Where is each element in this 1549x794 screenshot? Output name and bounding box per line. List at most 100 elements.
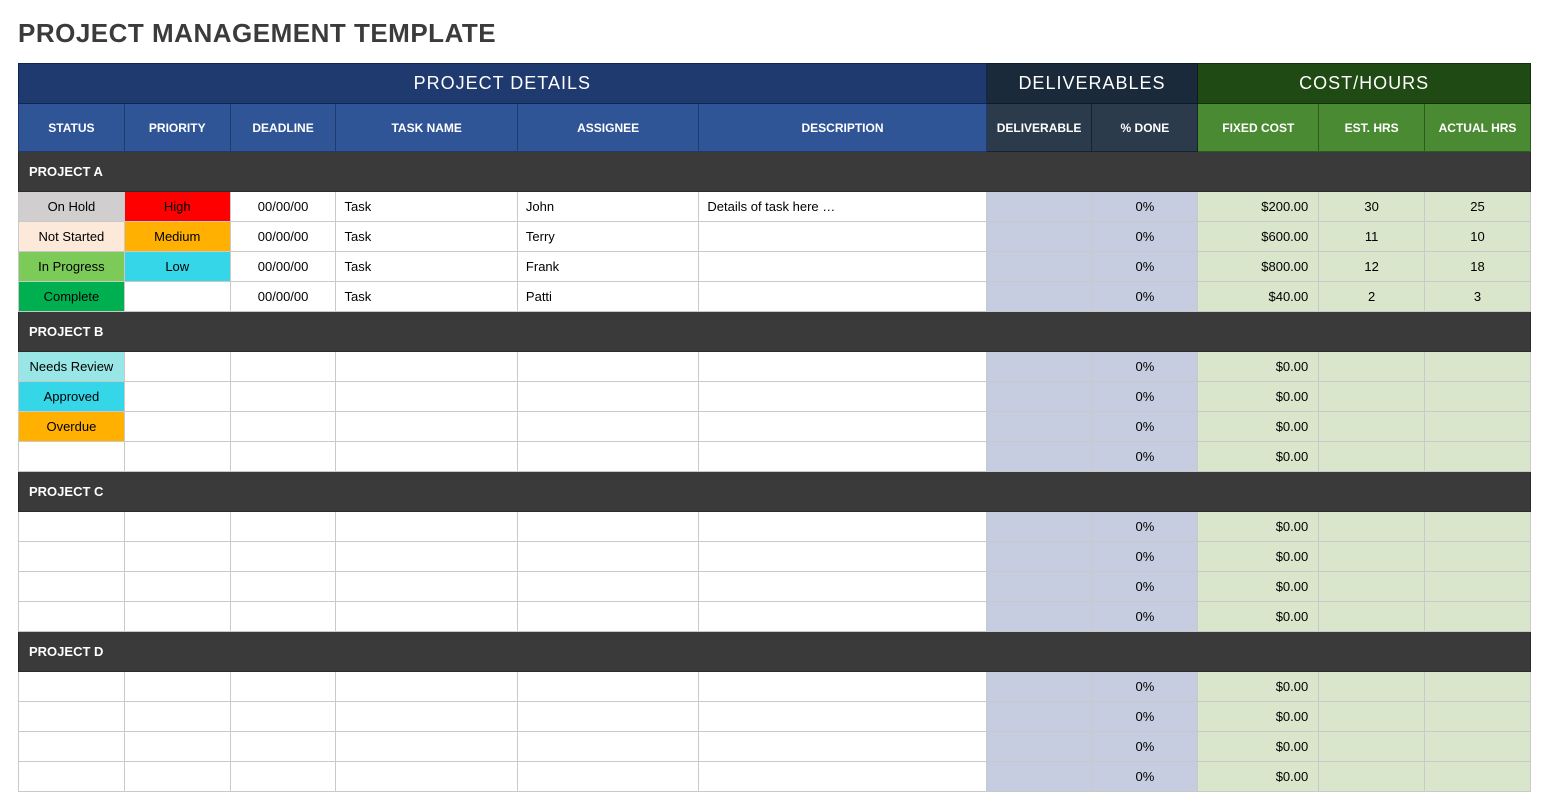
- cell-actual-hrs[interactable]: [1425, 732, 1531, 762]
- cell-status[interactable]: Needs Review: [19, 352, 125, 382]
- cell-status[interactable]: Complete: [19, 282, 125, 312]
- cell-actual-hrs[interactable]: [1425, 602, 1531, 632]
- cell-description[interactable]: [699, 222, 986, 252]
- cell-task[interactable]: [336, 542, 517, 572]
- cell-task[interactable]: [336, 732, 517, 762]
- cell-actual-hrs[interactable]: [1425, 382, 1531, 412]
- cell-percent-done[interactable]: 0%: [1092, 602, 1198, 632]
- cell-status[interactable]: [19, 702, 125, 732]
- cell-status[interactable]: [19, 512, 125, 542]
- cell-task[interactable]: [336, 412, 517, 442]
- cell-task[interactable]: [336, 672, 517, 702]
- cell-deadline[interactable]: [230, 762, 336, 792]
- cell-percent-done[interactable]: 0%: [1092, 222, 1198, 252]
- cell-description[interactable]: [699, 442, 986, 472]
- cell-deadline[interactable]: [230, 572, 336, 602]
- cell-fixed-cost[interactable]: $0.00: [1198, 512, 1319, 542]
- cell-priority[interactable]: [124, 382, 230, 412]
- cell-task[interactable]: [336, 602, 517, 632]
- cell-priority[interactable]: [124, 762, 230, 792]
- cell-description[interactable]: [699, 382, 986, 412]
- cell-status[interactable]: [19, 542, 125, 572]
- cell-status[interactable]: On Hold: [19, 192, 125, 222]
- cell-est-hrs[interactable]: [1319, 382, 1425, 412]
- cell-fixed-cost[interactable]: $0.00: [1198, 702, 1319, 732]
- cell-est-hrs[interactable]: [1319, 602, 1425, 632]
- cell-fixed-cost[interactable]: $0.00: [1198, 602, 1319, 632]
- cell-priority[interactable]: [124, 572, 230, 602]
- cell-fixed-cost[interactable]: $0.00: [1198, 732, 1319, 762]
- cell-deadline[interactable]: [230, 602, 336, 632]
- cell-deadline[interactable]: [230, 672, 336, 702]
- cell-actual-hrs[interactable]: [1425, 702, 1531, 732]
- cell-description[interactable]: [699, 762, 986, 792]
- cell-fixed-cost[interactable]: $0.00: [1198, 672, 1319, 702]
- cell-task[interactable]: [336, 382, 517, 412]
- cell-description[interactable]: [699, 512, 986, 542]
- cell-status[interactable]: [19, 572, 125, 602]
- cell-percent-done[interactable]: 0%: [1092, 512, 1198, 542]
- cell-assignee[interactable]: [517, 512, 698, 542]
- cell-description[interactable]: [699, 602, 986, 632]
- cell-est-hrs[interactable]: [1319, 572, 1425, 602]
- cell-actual-hrs[interactable]: 18: [1425, 252, 1531, 282]
- cell-priority[interactable]: Medium: [124, 222, 230, 252]
- cell-status[interactable]: [19, 762, 125, 792]
- cell-actual-hrs[interactable]: [1425, 442, 1531, 472]
- cell-status[interactable]: Overdue: [19, 412, 125, 442]
- cell-priority[interactable]: [124, 512, 230, 542]
- cell-deliverable[interactable]: [986, 282, 1092, 312]
- cell-fixed-cost[interactable]: $800.00: [1198, 252, 1319, 282]
- cell-description[interactable]: [699, 352, 986, 382]
- cell-est-hrs[interactable]: [1319, 672, 1425, 702]
- cell-deliverable[interactable]: [986, 672, 1092, 702]
- cell-task[interactable]: [336, 702, 517, 732]
- cell-task[interactable]: [336, 572, 517, 602]
- cell-deliverable[interactable]: [986, 542, 1092, 572]
- cell-est-hrs[interactable]: [1319, 512, 1425, 542]
- cell-deadline[interactable]: [230, 412, 336, 442]
- cell-assignee[interactable]: Frank: [517, 252, 698, 282]
- cell-assignee[interactable]: [517, 702, 698, 732]
- cell-assignee[interactable]: [517, 732, 698, 762]
- cell-est-hrs[interactable]: 11: [1319, 222, 1425, 252]
- cell-description[interactable]: [699, 672, 986, 702]
- cell-priority[interactable]: Low: [124, 252, 230, 282]
- cell-task[interactable]: Task: [336, 252, 517, 282]
- cell-deliverable[interactable]: [986, 192, 1092, 222]
- cell-deliverable[interactable]: [986, 412, 1092, 442]
- cell-description[interactable]: [699, 702, 986, 732]
- cell-deadline[interactable]: 00/00/00: [230, 222, 336, 252]
- cell-assignee[interactable]: [517, 572, 698, 602]
- cell-percent-done[interactable]: 0%: [1092, 352, 1198, 382]
- cell-task[interactable]: Task: [336, 282, 517, 312]
- cell-priority[interactable]: [124, 542, 230, 572]
- cell-percent-done[interactable]: 0%: [1092, 192, 1198, 222]
- cell-est-hrs[interactable]: 30: [1319, 192, 1425, 222]
- cell-fixed-cost[interactable]: $0.00: [1198, 762, 1319, 792]
- cell-assignee[interactable]: [517, 352, 698, 382]
- cell-fixed-cost[interactable]: $0.00: [1198, 382, 1319, 412]
- cell-description[interactable]: [699, 412, 986, 442]
- cell-actual-hrs[interactable]: [1425, 672, 1531, 702]
- cell-deliverable[interactable]: [986, 572, 1092, 602]
- cell-deadline[interactable]: [230, 442, 336, 472]
- cell-percent-done[interactable]: 0%: [1092, 732, 1198, 762]
- cell-priority[interactable]: [124, 702, 230, 732]
- cell-deliverable[interactable]: [986, 732, 1092, 762]
- cell-est-hrs[interactable]: [1319, 352, 1425, 382]
- cell-status[interactable]: [19, 442, 125, 472]
- cell-fixed-cost[interactable]: $0.00: [1198, 572, 1319, 602]
- cell-actual-hrs[interactable]: [1425, 412, 1531, 442]
- cell-actual-hrs[interactable]: 10: [1425, 222, 1531, 252]
- cell-deliverable[interactable]: [986, 512, 1092, 542]
- cell-assignee[interactable]: [517, 542, 698, 572]
- cell-deadline[interactable]: [230, 732, 336, 762]
- cell-assignee[interactable]: John: [517, 192, 698, 222]
- cell-assignee[interactable]: [517, 762, 698, 792]
- cell-percent-done[interactable]: 0%: [1092, 282, 1198, 312]
- cell-actual-hrs[interactable]: [1425, 572, 1531, 602]
- cell-percent-done[interactable]: 0%: [1092, 252, 1198, 282]
- cell-est-hrs[interactable]: [1319, 442, 1425, 472]
- cell-percent-done[interactable]: 0%: [1092, 572, 1198, 602]
